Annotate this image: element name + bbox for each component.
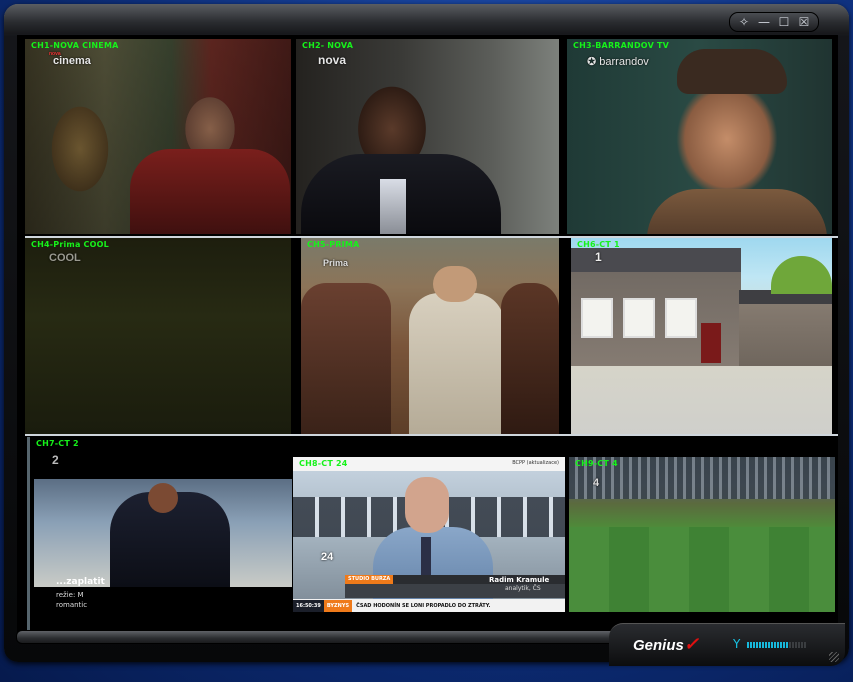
channel-logo: 4: [593, 477, 600, 489]
channel-label: CH9-CT 4: [575, 459, 618, 468]
row-separator: [25, 434, 838, 436]
tv-viewer-window: ✧ — ☐ ☒ nova cinema CH1-NOVA CINEMA nova…: [4, 4, 849, 666]
signal-bars: [747, 642, 807, 648]
channel-logo: cinema: [53, 55, 91, 67]
studio-tag: STUDIO BURZA: [345, 575, 394, 584]
channel-tile-7[interactable]: 2 ...zaplatit režie: M romantic CH7-CT 2: [27, 437, 292, 632]
channel-logo: ✪ barrandov: [587, 56, 649, 68]
signal-strength: Y: [733, 637, 809, 651]
ticker-section: BYZNYS: [323, 600, 353, 612]
channel-mosaic: nova cinema CH1-NOVA CINEMA nova CH2- NO…: [17, 35, 838, 634]
maximize-button[interactable]: ☐: [776, 13, 792, 31]
channel-logo: 2: [52, 453, 59, 467]
ticker-time: 16:50:39: [293, 600, 324, 612]
channel-label: CH3-BARRANDOV TV: [573, 41, 670, 50]
channel-tile-4[interactable]: COOL CH4-Prima COOL: [25, 238, 291, 434]
channel-tile-6[interactable]: 1 CH6-CT 1: [571, 238, 832, 434]
channel-tile-2[interactable]: nova CH2- NOVA: [296, 39, 559, 234]
channel-label: CH4-Prima COOL: [31, 240, 109, 249]
channel-label: CH8-CT 24: [299, 459, 348, 468]
channel-label: CH1-NOVA CINEMA: [31, 41, 119, 50]
pin-icon[interactable]: ✧: [736, 13, 752, 31]
channel-label: CH2- NOVA: [302, 41, 354, 50]
channel-label: CH5-PRIMA: [307, 240, 360, 249]
program-info: romantic: [56, 601, 88, 609]
resize-grip[interactable]: [829, 652, 839, 662]
guest-role: analytik, ČS: [505, 585, 541, 592]
window-controls: ✧ — ☐ ☒: [729, 12, 819, 32]
channel-logo: COOL: [49, 252, 81, 264]
guest-name: Radim Kramule: [489, 576, 550, 584]
ticker-topright: BCPP (aktualizace): [512, 460, 559, 466]
channel-tile-8[interactable]: 24 BCPP (aktualizace) STUDIO BURZA Radim…: [293, 457, 565, 612]
channel-logo: 24: [321, 551, 334, 563]
program-info: režie: M: [56, 591, 84, 599]
volume-slider-track[interactable]: [16, 630, 618, 644]
minimize-button[interactable]: —: [756, 13, 772, 31]
ticker-headline: ČSAD HODONÍN SE LONI PROPADLO DO ZTRÁTY.: [356, 603, 491, 609]
channel-tile-3[interactable]: ✪ barrandov CH3-BARRANDOV TV: [567, 39, 832, 234]
channel-logo: nova: [318, 53, 347, 67]
brand-panel: Genius✓ Y: [609, 623, 845, 666]
channel-logo: Prima: [323, 258, 349, 268]
title-bar[interactable]: ✧ — ☐ ☒: [4, 4, 849, 34]
antenna-icon: Y: [733, 637, 741, 651]
program-title: ...zaplatit: [56, 577, 105, 587]
brand-logo: Genius✓: [633, 634, 699, 654]
close-button[interactable]: ☒: [796, 13, 812, 31]
channel-label: CH6-CT 1: [577, 240, 620, 249]
channel-logo: 1: [595, 250, 602, 264]
news-ticker: 16:50:39 BYZNYS ČSAD HODONÍN SE LONI PROPA…: [293, 599, 565, 612]
swoosh-icon: ✓: [683, 634, 699, 654]
channel-tile-1[interactable]: nova cinema CH1-NOVA CINEMA: [25, 39, 291, 234]
channel-label: CH7-CT 2: [36, 439, 79, 448]
channel-tile-9[interactable]: 4 CH9-CT 4: [569, 457, 835, 612]
channel-tile-5[interactable]: Prima CH5-PRIMA: [301, 238, 559, 434]
